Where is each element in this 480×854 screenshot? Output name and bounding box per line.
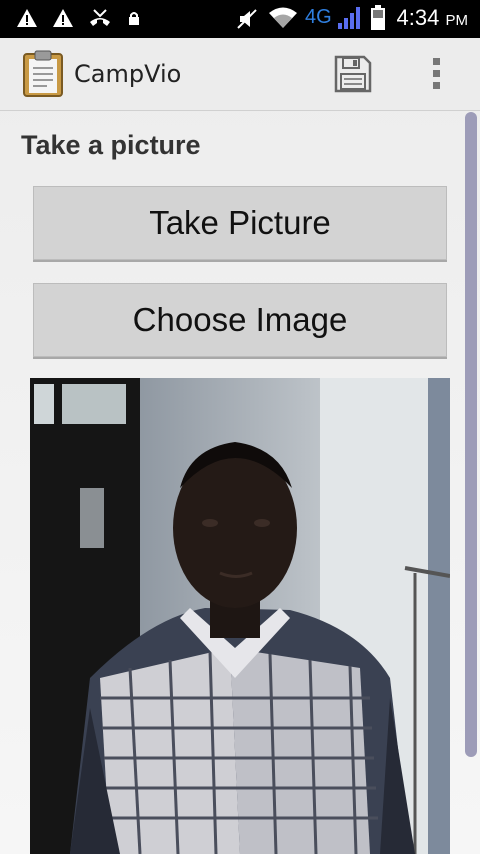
captured-photo [30, 378, 450, 854]
action-bar: CampVio [0, 38, 480, 111]
floppy-disk-icon[interactable] [333, 54, 373, 94]
app-title: CampVio [74, 60, 182, 88]
clipboard-icon[interactable] [22, 50, 64, 98]
wifi-icon [269, 7, 297, 28]
mute-icon [237, 9, 257, 29]
overflow-menu-icon[interactable] [427, 56, 447, 92]
signal-icon [338, 7, 360, 29]
photo-image [30, 378, 450, 854]
choose-image-button[interactable]: Choose Image [33, 283, 447, 357]
battery-icon [371, 5, 385, 30]
scrollbar[interactable] [465, 112, 477, 757]
clock: 4:34 PM [397, 5, 468, 31]
clock-ampm: PM [445, 12, 469, 29]
warning-icon [53, 9, 73, 27]
network-type-label: 4G [305, 6, 332, 28]
lock-icon [129, 12, 139, 25]
clock-time: 4:34 [396, 5, 440, 30]
warning-icon [17, 9, 37, 27]
missed-call-icon [90, 9, 110, 26]
section-title: Take a picture [21, 130, 201, 160]
status-bar: 4G 4:34 PM [0, 0, 480, 38]
take-picture-button[interactable]: Take Picture [33, 186, 447, 260]
